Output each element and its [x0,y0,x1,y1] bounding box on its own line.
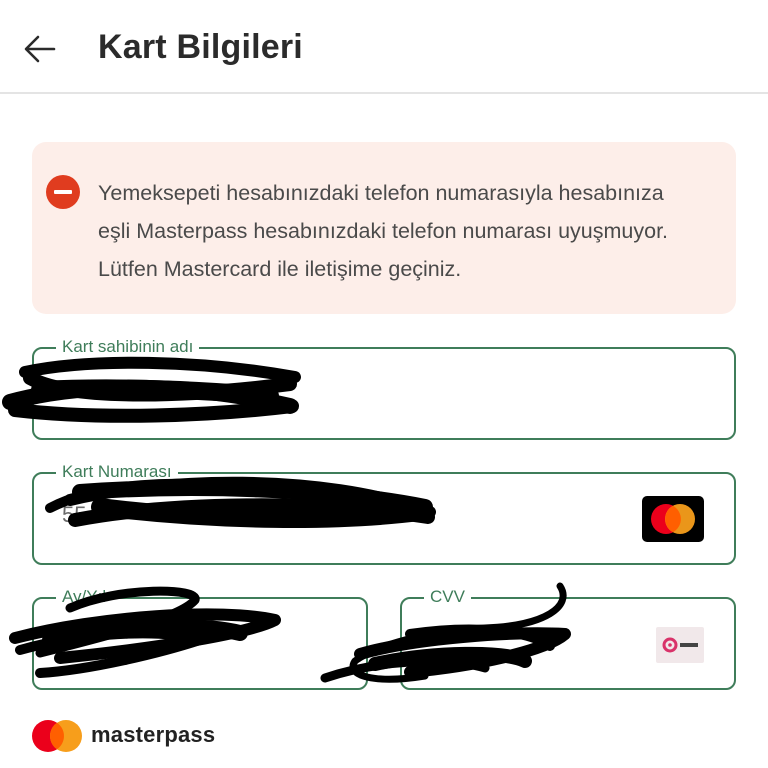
card-number-value: 55 [62,502,87,527]
alert-line: Yemeksepeti hesabınızdaki telefon numara… [98,181,664,205]
cvv-label: CVV [424,586,471,608]
error-alert: Yemeksepeti hesabınızdaki telefon numara… [32,142,736,314]
cardholder-name-label: Kart sahibinin adı [56,336,200,358]
alert-line: Lütfen Mastercard ile iletişime geçiniz. [98,257,462,281]
page-title: Kart Bilgileri [98,28,303,66]
minus-circle-icon [46,175,80,209]
card-number-label: Kart Numarası [56,461,178,483]
card-number-field[interactable]: Kart Numarası 55 [32,461,736,565]
masterpass-brand-text: masterpass [91,722,216,747]
cvv-field[interactable]: CVV [400,586,736,690]
arrow-left-icon [24,35,56,63]
mastercard-icon [642,496,704,542]
expiry-date-field[interactable]: Ay/Yıl [32,586,368,690]
app-header: Kart Bilgileri [0,0,768,94]
alert-line: eşli Masterpass hesabınızdaki telefon nu… [98,219,669,243]
masterpass-logo-icon [32,720,82,752]
cardholder-name-field[interactable]: Kart sahibinin adı B [32,336,736,440]
cvv-card-icon [656,627,704,663]
expiry-date-label: Ay/Yıl [56,586,113,608]
cardholder-name-value: B [62,377,77,402]
alert-message: Yemeksepeti hesabınızdaki telefon numara… [98,174,728,288]
back-button[interactable] [18,28,62,72]
